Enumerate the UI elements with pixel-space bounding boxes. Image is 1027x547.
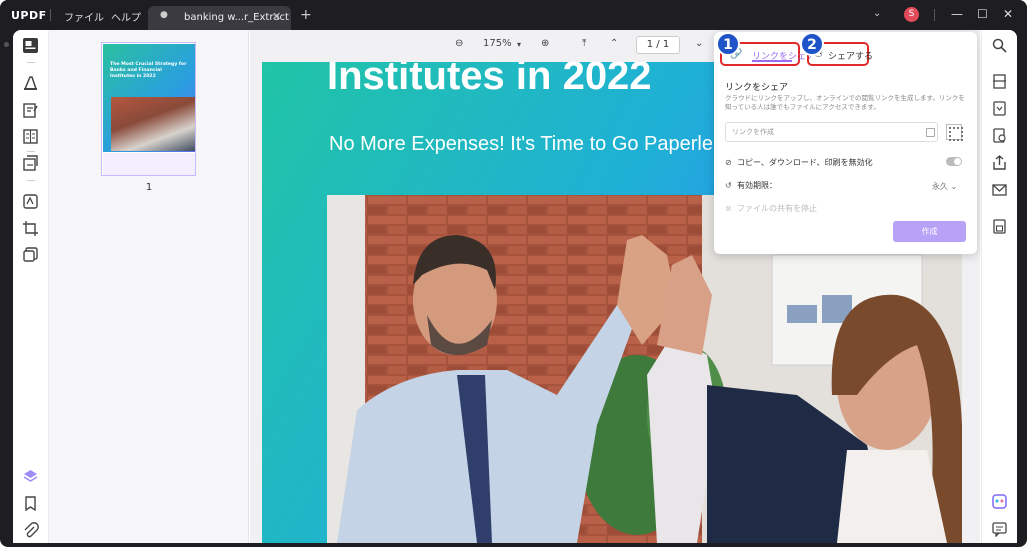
zoom-dropdown-icon[interactable]: ▾ (517, 40, 521, 49)
page-heading: Institutes in 2022 (327, 62, 652, 98)
maximize-icon[interactable]: ☐ (977, 7, 988, 21)
toolbar-separator (27, 180, 35, 181)
expiry-label: 有効期限： (737, 181, 777, 190)
title-separator-2 (934, 9, 935, 21)
attachment-icon[interactable] (22, 522, 39, 539)
page-tools-icon[interactable] (22, 246, 39, 263)
tab-share[interactable]: ⚇ シェアする 2 (800, 32, 873, 66)
layers-icon[interactable] (22, 468, 39, 485)
first-page-icon[interactable]: ⤒ (582, 38, 586, 49)
comment-icon[interactable] (22, 75, 39, 92)
form-icon[interactable] (22, 128, 39, 145)
search-icon[interactable] (992, 38, 1007, 53)
expiry-value: 永久 (932, 182, 948, 191)
right-toolbar (981, 30, 1017, 543)
ai-assistant-icon[interactable] (992, 494, 1007, 509)
zoom-level[interactable]: 175% (483, 38, 512, 49)
edit-pdf-icon[interactable] (22, 102, 39, 119)
user-avatar[interactable]: S (904, 7, 919, 22)
app-window: UPDF ファイル ヘルプ ● banking w...r_Extract ✕ … (0, 0, 1027, 547)
menu-file[interactable]: ファイル (64, 9, 104, 24)
bookmark-icon[interactable] (22, 495, 39, 512)
next-page-icon[interactable]: ⌄ (695, 38, 703, 49)
previous-page-icon[interactable]: ⌃ (610, 38, 618, 49)
zoom-in-icon[interactable]: ⊕ (541, 38, 549, 49)
stop-sharing-row[interactable]: ⊗ ファイルの共有を停止 (725, 203, 817, 214)
minimize-icon[interactable]: — (951, 7, 963, 21)
unlink-icon: ⊗ (725, 204, 732, 213)
email-icon[interactable] (992, 182, 1007, 197)
organize-pages-icon[interactable] (22, 155, 39, 172)
toolbar-separator (27, 151, 35, 152)
page-thumbnail[interactable]: The Most Crucial Strategy for Banks and … (101, 42, 196, 176)
disable-copy-row: ⊘ コピー、ダウンロード、印刷を無効化 (725, 157, 873, 168)
scan-icon[interactable] (992, 74, 1007, 89)
window-edge-dot (4, 42, 9, 47)
title-bar: UPDF ファイル ヘルプ ● banking w...r_Extract ✕ … (0, 0, 1027, 30)
link-field[interactable]: リンクを作成 (725, 122, 938, 142)
protect-icon[interactable] (992, 128, 1007, 143)
document-tab[interactable]: ● banking w...r_Extract ✕ (148, 6, 291, 30)
active-tab-indicator (752, 60, 792, 62)
share-panel: 🔗 リンクをシェア 1 ⚇ シェアする 2 リンクをシェア クラウドにリンクをア… (714, 32, 977, 254)
expiry-select[interactable]: 永久 ⌄ (932, 181, 957, 192)
disable-copy-label: コピー、ダウンロード、印刷を無効化 (737, 158, 873, 167)
callout-badge-1: 1 (716, 32, 740, 56)
expiry-row: ↺ 有効期限： (725, 180, 777, 191)
updf-logo: UPDF (11, 9, 47, 22)
new-tab-icon[interactable]: + (300, 7, 312, 23)
qr-code-icon[interactable] (946, 124, 963, 141)
tab-share-label: シェアする (828, 52, 874, 62)
left-toolbar (13, 30, 49, 543)
tab-modified-icon: ● (160, 10, 168, 20)
page-number-input[interactable]: 1 / 1 (636, 36, 680, 54)
page-subheading: No More Expenses! It's Time to Go Paperl… (329, 133, 713, 155)
menu-help[interactable]: ヘルプ (111, 9, 141, 24)
toolbar-separator (27, 62, 35, 63)
convert-icon[interactable] (992, 101, 1007, 116)
share-description: クラウドにリンクをアップし、オンラインでの閲覧リンクを生成します。リンクを知って… (725, 94, 965, 111)
comment-list-icon[interactable] (992, 522, 1007, 538)
tab-close-icon[interactable]: ✕ (272, 10, 281, 23)
copy-icon[interactable] (926, 128, 935, 137)
save-icon[interactable] (992, 219, 1007, 234)
callout-badge-2: 2 (800, 32, 824, 56)
no-copy-icon: ⊘ (725, 158, 732, 167)
thumbnail-page-number: 1 (145, 182, 153, 193)
share-icon[interactable] (992, 155, 1007, 170)
share-section-title: リンクをシェア (725, 83, 789, 93)
history-icon: ↺ (725, 181, 732, 190)
stop-sharing-label: ファイルの共有を停止 (737, 204, 817, 213)
thumbnail-title: The Most Crucial Strategy for Banks and … (110, 62, 187, 79)
tab-share-link[interactable]: 🔗 リンクをシェア 1 (716, 32, 815, 66)
thumbnail-footer (103, 153, 195, 175)
title-separator (50, 9, 51, 21)
crop-icon[interactable] (22, 220, 39, 237)
disable-copy-toggle[interactable] (946, 157, 962, 166)
reader-mode-icon[interactable] (22, 37, 39, 54)
thumbnail-photo (111, 97, 195, 151)
close-window-icon[interactable]: ✕ (1003, 7, 1013, 21)
tabs-dropdown-icon[interactable]: ⌄ (873, 8, 881, 19)
chevron-down-icon: ⌄ (950, 182, 958, 191)
zoom-out-icon[interactable]: ⊖ (455, 38, 463, 49)
create-link-button[interactable]: 作成 (893, 221, 966, 242)
thumbnail-panel: The Most Crucial Strategy for Banks and … (49, 30, 249, 543)
ocr-icon[interactable] (22, 193, 39, 210)
main-area: The Most Crucial Strategy for Banks and … (13, 30, 1017, 543)
